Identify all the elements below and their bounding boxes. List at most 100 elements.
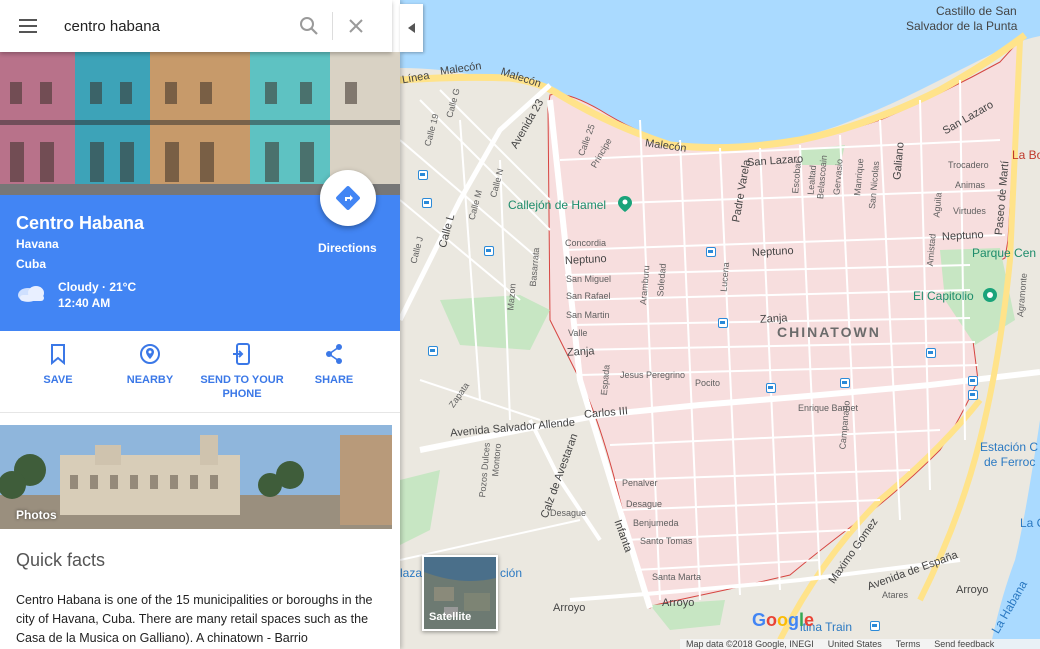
poi-la-co[interactable]: La Co	[1020, 516, 1040, 530]
park-5	[400, 470, 440, 545]
google-logo: Google	[752, 610, 815, 630]
street-label: Neptuno	[751, 244, 794, 260]
poi-callejon-de-hamel[interactable]: Callejón de Hamel	[508, 198, 606, 212]
poi-estacion-2: de Ferroc	[984, 455, 1036, 469]
bus-stop-icon[interactable]	[418, 170, 428, 180]
place-title: Centro Habana	[16, 213, 145, 233]
directions-label[interactable]: Directions	[318, 241, 377, 255]
poi-parque-central[interactable]: Parque Cen	[972, 246, 1036, 260]
map-footer: Map data ©2018 Google, INEGI United Stat…	[680, 639, 1040, 649]
nearby-label: NEARBY	[126, 374, 174, 386]
poi-plaza: laza	[400, 566, 423, 580]
photos-label: Photos	[16, 508, 57, 522]
street-label: Santa Marta	[652, 572, 702, 582]
bus-stop-icon[interactable]	[766, 383, 776, 393]
bus-stop-icon[interactable]	[968, 376, 978, 386]
bus-stop-icon[interactable]	[706, 247, 716, 257]
street-label: Zanja	[566, 345, 595, 359]
poi-castillo[interactable]: Castillo de San	[936, 4, 1017, 18]
street-label: Desague	[626, 499, 663, 509]
quick-facts-body: Centro Habana is one of the 15 municipal…	[16, 593, 373, 645]
bus-stop-icon[interactable]	[840, 378, 850, 388]
weather-summary: Cloudy · 21°C	[58, 280, 137, 294]
search-box	[0, 0, 392, 52]
street-label: Virtudes	[953, 206, 986, 216]
poi-el-capitolio[interactable]: El Capitolio	[913, 289, 974, 303]
district-label: CHINATOWN	[777, 324, 881, 340]
place-panel: Centro Habana Havana Cuba Cloudy · 21°C …	[0, 0, 400, 649]
street-label: Jesus Peregrino	[620, 370, 686, 380]
street-label: Trocadero	[948, 160, 989, 170]
street-label: San Rafael	[566, 291, 611, 301]
bus-stop-icon[interactable]	[926, 348, 936, 358]
street-label: Arroyo	[553, 602, 586, 614]
street-label: San Martin	[566, 310, 610, 320]
street-label: Penalver	[622, 478, 658, 488]
satellite-toggle-button[interactable]: Satellite	[422, 555, 498, 631]
poi-castillo-2: Salvador de la Punta	[906, 19, 1018, 33]
satellite-label: Satellite	[429, 611, 472, 623]
share-button[interactable]: SHARE	[288, 343, 380, 387]
action-bar: SAVE NEARBY SEND TO YOUR PHONE SHARE	[0, 331, 400, 413]
clear-search-button[interactable]	[333, 0, 379, 52]
place-country: Cuba	[16, 257, 46, 271]
bus-stop-icon[interactable]	[968, 390, 978, 400]
street-label: Desague	[550, 508, 587, 518]
share-icon	[326, 344, 342, 364]
region-link[interactable]: United States	[828, 639, 882, 649]
street-label: Arroyo	[662, 597, 695, 609]
menu-button[interactable]	[0, 0, 56, 52]
street-label: San Miguel	[566, 274, 612, 284]
place-city: Havana	[16, 237, 59, 251]
share-label: SHARE	[314, 374, 354, 386]
street-label: Valle	[568, 328, 588, 338]
poi-estacion[interactable]: Estación C	[980, 440, 1038, 454]
bus-stop-icon[interactable]	[428, 346, 438, 356]
park-1	[440, 295, 550, 350]
chevron-left-icon	[407, 23, 415, 33]
poi-la-bo[interactable]: La Bo	[1012, 148, 1040, 162]
street-label: Neptuno	[941, 228, 984, 244]
menu-icon	[19, 19, 37, 21]
bookmark-icon	[51, 344, 65, 365]
search-icon	[300, 17, 318, 35]
save-label: SAVE	[43, 374, 73, 386]
send-to-phone-button[interactable]: SEND TO YOUR PHONE	[196, 343, 288, 401]
bus-stop-icon[interactable]	[422, 198, 432, 208]
nearby-button[interactable]: NEARBY	[104, 343, 196, 387]
quick-facts-heading: Quick facts	[16, 550, 106, 570]
search-button[interactable]	[286, 0, 332, 52]
map-canvas[interactable]: Malecón Malecón Malecón Línea Avenida 23…	[400, 0, 1040, 649]
send-to-phone-label: SEND TO YOUR PHONE	[200, 374, 284, 400]
collapse-panel-button[interactable]	[400, 4, 423, 52]
send-feedback-link[interactable]: Send feedback	[934, 639, 994, 649]
street-label: Benjumeda	[633, 518, 679, 528]
photos-image	[0, 425, 392, 529]
search-input[interactable]	[56, 11, 286, 41]
save-button[interactable]: SAVE	[12, 343, 104, 387]
avestaran-road	[528, 419, 602, 542]
landmark-icon[interactable]	[982, 287, 998, 303]
bus-stop-icon[interactable]	[484, 246, 494, 256]
street-label: Pocito	[695, 378, 721, 388]
street-label: Santo Tomas	[640, 536, 693, 546]
location-pin-icon	[140, 344, 160, 364]
send-to-phone-icon	[233, 343, 250, 365]
poi-estacion-3: ción	[500, 566, 523, 580]
local-time: 12:40 AM	[58, 296, 111, 310]
street-label: Neptuno	[564, 252, 607, 268]
map-data-attribution: Map data ©2018 Google, INEGI	[686, 639, 814, 649]
terms-link[interactable]: Terms	[896, 639, 921, 649]
maps-app: Malecón Malecón Malecón Línea Avenida 23…	[0, 0, 1040, 649]
bus-stop-icon[interactable]	[718, 318, 728, 328]
directions-icon	[336, 186, 360, 210]
directions-button[interactable]	[320, 170, 376, 226]
street-label: Arroyo	[956, 584, 989, 596]
photos-tile[interactable]: Photos	[0, 425, 392, 529]
bus-stop-icon[interactable]	[870, 621, 880, 631]
cloudy-weather-icon	[18, 286, 44, 302]
street-label: Concordia	[565, 238, 607, 248]
street-label: Animas	[955, 180, 986, 190]
street-label: Atares	[882, 590, 909, 600]
poi-marker-icon[interactable]	[618, 196, 632, 212]
